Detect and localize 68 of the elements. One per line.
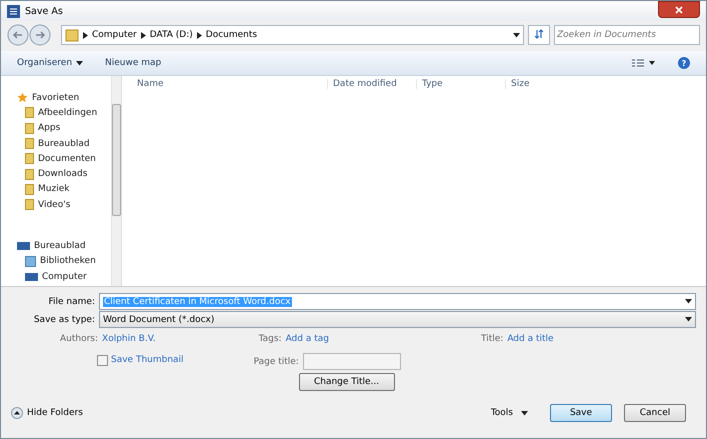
hide-folders-button[interactable]: Hide Folders bbox=[11, 407, 83, 419]
chevron-icon bbox=[140, 32, 146, 38]
star-icon bbox=[17, 92, 28, 104]
refresh-icon bbox=[534, 28, 544, 38]
nav-item[interactable]: Documenten bbox=[17, 151, 111, 166]
nav-item[interactable]: Downloads bbox=[17, 166, 111, 182]
column-header[interactable]: Date modified bbox=[328, 79, 417, 89]
folder-icon bbox=[25, 184, 34, 195]
column-header[interactable]: Type bbox=[417, 79, 506, 89]
field-label: Page title: bbox=[254, 356, 299, 366]
change-title-button[interactable]: Change Title... bbox=[298, 373, 395, 391]
window-title: Save As bbox=[25, 6, 64, 16]
field-label: File name: bbox=[48, 296, 95, 306]
page-title-field[interactable] bbox=[302, 353, 401, 370]
nav-item[interactable]: Bibliotheken bbox=[17, 254, 111, 269]
new-folder-button[interactable]: Nieuwe map bbox=[105, 58, 162, 68]
close-icon bbox=[675, 6, 683, 14]
folder-icon bbox=[25, 122, 34, 134]
help-button[interactable]: ? bbox=[678, 57, 690, 69]
field-label: Save as type: bbox=[32, 314, 95, 324]
save-type-dropdown[interactable]: Word Document (*.docx) bbox=[99, 311, 696, 328]
refresh-button[interactable] bbox=[528, 25, 550, 45]
address-bar[interactable]: Computer DATA (D:) Documents bbox=[61, 25, 524, 45]
folder-icon bbox=[65, 28, 79, 42]
tools-menu[interactable]: Tools bbox=[490, 408, 528, 418]
close-button[interactable] bbox=[658, 1, 700, 18]
dropdown-arrow-icon bbox=[685, 317, 692, 322]
chevron-icon bbox=[196, 32, 202, 38]
nav-item[interactable]: Bureaublad bbox=[17, 136, 111, 152]
folder-icon bbox=[25, 199, 34, 210]
breadcrumb[interactable]: Computer bbox=[92, 30, 137, 40]
folder-icon bbox=[25, 153, 34, 164]
folder-icon bbox=[25, 138, 34, 150]
nav-item[interactable]: Video's bbox=[17, 197, 111, 212]
caret-icon bbox=[521, 410, 528, 416]
save-button[interactable]: Save bbox=[550, 404, 612, 422]
nav-item[interactable]: Muziek bbox=[17, 182, 111, 198]
chevron-icon bbox=[83, 32, 88, 38]
title-link[interactable]: Add a title bbox=[507, 334, 554, 344]
caret-icon bbox=[76, 60, 84, 66]
nav-item[interactable]: Afbeeldingen bbox=[17, 105, 111, 121]
dropdown-arrow-icon bbox=[685, 299, 692, 304]
dropdown-arrow-icon bbox=[513, 32, 520, 38]
nav-item[interactable]: Apps bbox=[17, 120, 111, 136]
nav-item[interactable]: Bureaublad bbox=[17, 238, 111, 254]
nav-item[interactable]: Computer bbox=[17, 268, 111, 284]
folder-icon bbox=[25, 107, 34, 118]
field-label: Authors: bbox=[60, 334, 98, 344]
breadcrumb[interactable]: Documents bbox=[206, 30, 258, 40]
folder-icon bbox=[25, 168, 34, 180]
field-label: Title: bbox=[480, 334, 504, 344]
view-options-icon[interactable] bbox=[632, 58, 656, 68]
column-header[interactable]: Size bbox=[506, 79, 591, 89]
checkbox-label[interactable]: Save Thumbnail bbox=[111, 355, 184, 365]
authors-link[interactable]: Xolphin B.V. bbox=[102, 334, 156, 344]
cancel-button[interactable]: Cancel bbox=[624, 404, 686, 422]
tags-link[interactable]: Add a tag bbox=[286, 334, 329, 344]
field-label: Tags: bbox=[258, 334, 282, 344]
document-app-icon bbox=[7, 4, 20, 18]
collapse-icon bbox=[11, 407, 23, 419]
organize-menu[interactable]: Organiseren bbox=[17, 58, 84, 68]
search-field[interactable]: Zoeken in Documents bbox=[554, 25, 700, 45]
column-header[interactable]: Name bbox=[132, 79, 328, 89]
library-icon bbox=[25, 256, 36, 267]
checkbox[interactable] bbox=[97, 354, 108, 366]
nav-item[interactable]: Favorieten bbox=[17, 90, 111, 106]
breadcrumb[interactable]: DATA (D:) bbox=[150, 30, 193, 40]
scrollbar[interactable] bbox=[111, 76, 121, 286]
